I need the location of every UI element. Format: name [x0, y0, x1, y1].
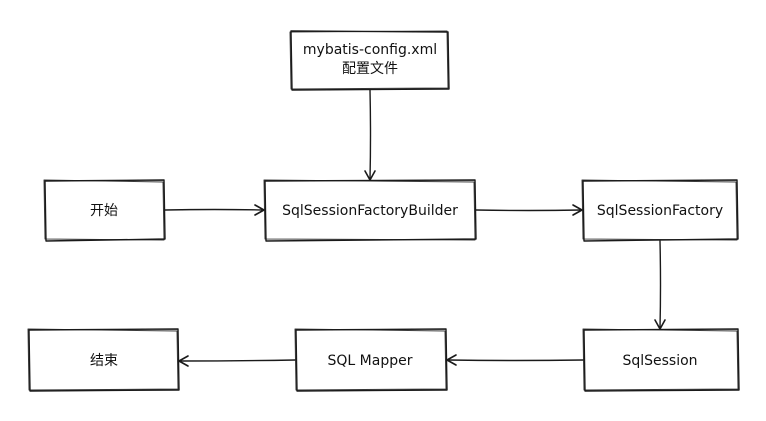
node-factory-label: SqlSessionFactory [597, 203, 723, 219]
node-factory[interactable]: SqlSessionFactory [581, 179, 739, 242]
node-start[interactable]: 开始 [43, 179, 166, 242]
arrow-mapper-to-end [178, 355, 296, 367]
arrow-config-to-builder [364, 89, 376, 181]
node-start-label: 开始 [90, 203, 118, 219]
node-builder[interactable]: SqlSessionFactoryBuilder [263, 179, 477, 242]
node-mapper[interactable]: SQL Mapper [294, 328, 448, 392]
arrow-builder-to-factory-line [475, 209, 582, 212]
arrow-session-to-mapper-line [447, 359, 584, 362]
node-config[interactable]: mybatis-config.xml 配置文件 [289, 30, 450, 91]
node-builder-label: SqlSessionFactoryBuilder [282, 203, 458, 219]
arrow-mapper-to-end-line [179, 359, 296, 362]
node-end-label: 结束 [90, 353, 118, 369]
node-config-line2: 配置文件 [342, 61, 398, 77]
arrow-config-to-builder-line [369, 89, 372, 180]
node-session-label: SqlSession [622, 353, 697, 369]
node-session[interactable]: SqlSession [582, 328, 740, 392]
arrow-factory-to-session [654, 240, 666, 330]
arrow-session-to-mapper [446, 354, 584, 366]
node-config-box-sketch [289, 30, 449, 90]
node-end[interactable]: 结束 [27, 328, 180, 392]
flow-diagram: mybatis-config.xml 配置文件 开始 SqlSessionFac… [27, 30, 740, 392]
arrow-factory-to-session-line [659, 240, 662, 329]
node-mapper-label: SQL Mapper [328, 353, 413, 369]
arrow-builder-to-factory [475, 204, 583, 216]
arrow-start-to-builder-line [164, 208, 264, 211]
arrow-start-to-builder [164, 204, 265, 216]
node-config-line1: mybatis-config.xml [303, 42, 437, 58]
